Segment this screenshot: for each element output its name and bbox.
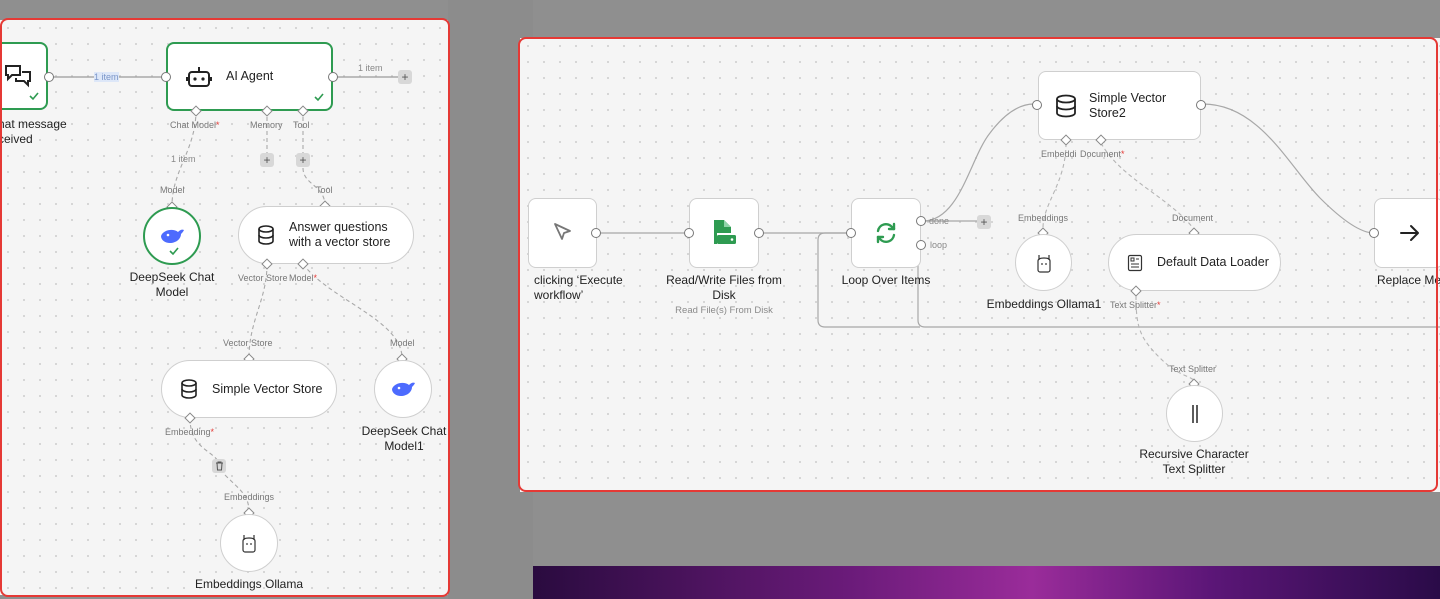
llama-icon	[1035, 253, 1053, 273]
read-write-files-label: Read/Write Files from Disk	[666, 273, 782, 302]
cursor-icon	[551, 221, 575, 245]
chat-trigger-output-port[interactable]	[44, 72, 54, 82]
arrow-right-icon	[1399, 224, 1421, 242]
loader-port-label: Document	[1172, 213, 1214, 223]
deepseek-chat-model1-label: DeepSeek Chat Model1	[361, 424, 447, 453]
replace-me-input-port[interactable]	[1369, 228, 1379, 238]
answer-tool-title: Answer questions with a vector store	[289, 220, 391, 249]
ai-agent-node[interactable]: AI Agent	[166, 42, 333, 111]
simple-vector-store2-node[interactable]: Simple Vector Store2	[1038, 71, 1201, 140]
database-icon	[180, 379, 198, 399]
left-workflow-canvas[interactable]: hat message ceived 1 item AI Agent 1 item…	[0, 20, 448, 595]
ai-agent-add-next-button[interactable]: +	[398, 70, 412, 84]
database-icon	[257, 225, 275, 245]
embedding-port-label: Embedding*	[165, 427, 215, 437]
read-write-input-port[interactable]	[684, 228, 694, 238]
loop-done-add-button[interactable]: +	[977, 215, 991, 229]
trash-icon[interactable]	[212, 459, 226, 473]
deepseek-whale-icon	[390, 380, 416, 398]
chat-trigger-node[interactable]	[0, 42, 48, 110]
read-write-output-port[interactable]	[754, 228, 764, 238]
simple-vector-store2-title: Simple Vector Store2	[1089, 90, 1167, 120]
loop-arrows-icon	[872, 219, 900, 247]
splitter-port-label: Text Splitter	[1169, 364, 1217, 374]
ai-agent-input-port[interactable]	[161, 72, 171, 82]
add-tool-button[interactable]: +	[296, 153, 310, 167]
check-icon	[29, 92, 39, 101]
vector-store2-output-port[interactable]	[1196, 100, 1206, 110]
file-drive-icon	[709, 218, 739, 248]
embeddings1-port-label: Embeddings	[1018, 213, 1069, 223]
simple-vector-store-node[interactable]: Simple Vector Store	[161, 360, 337, 418]
simple-vector-store-port-label: Vector Store	[223, 338, 273, 348]
vector-store2-embedding-label: Embeddi	[1041, 149, 1077, 159]
loop-over-items-label: Loop Over Items	[841, 273, 931, 287]
replace-me-label: Replace Me	[1377, 273, 1440, 287]
manual-trigger-label: clicking ‘Execute workflow’	[534, 273, 623, 302]
recursive-character-text-splitter-label: Recursive Character Text Splitter	[1139, 447, 1249, 476]
desktop-wallpaper	[533, 566, 1440, 599]
chat-model-edge-count: 1 item	[171, 154, 196, 164]
deepseek-model-port-label: Model	[160, 185, 185, 195]
embeddings-ollama-label: Embeddings Ollama	[194, 577, 304, 591]
llama-icon	[240, 533, 258, 553]
default-data-loader-title: Default Data Loader	[1157, 255, 1269, 269]
robot-icon	[186, 65, 212, 89]
check-icon	[314, 93, 324, 102]
embeddings-ollama1-node[interactable]	[1015, 234, 1072, 291]
document-loader-icon	[1127, 254, 1143, 272]
add-memory-button[interactable]: +	[260, 153, 274, 167]
loop-loop-port[interactable]	[916, 240, 926, 250]
ai-agent-output-port[interactable]	[328, 72, 338, 82]
right-workflow-canvas[interactable]: clicking ‘Execute workflow’ Read/Write Fi…	[520, 38, 1440, 492]
default-data-loader-node[interactable]: Default Data Loader	[1108, 234, 1281, 291]
chat-bubbles-icon	[4, 63, 32, 89]
manual-trigger-output-port[interactable]	[591, 228, 601, 238]
check-icon	[169, 247, 179, 256]
answer-questions-tool-node[interactable]: Answer questions with a vector store	[238, 206, 414, 264]
deepseek-whale-icon	[159, 227, 185, 245]
embeddings-ollama-node[interactable]	[220, 514, 278, 572]
embeddings-port-label: Embeddings	[224, 492, 275, 502]
tool-port-label: Tool	[293, 120, 310, 130]
read-write-files-subtitle: Read File(s) From Disk	[675, 305, 773, 316]
loop-done-port[interactable]	[916, 216, 926, 226]
ai-agent-title: AI Agent	[226, 69, 274, 83]
loader-text-splitter-label: Text Splitter*	[1110, 300, 1161, 310]
deepseek1-port-label: Model	[390, 338, 415, 348]
loop-input-port[interactable]	[846, 228, 856, 238]
loop-over-items-node[interactable]	[851, 198, 921, 268]
deepseek-chat-model-label: DeepSeek Chat Model	[129, 270, 215, 299]
vector-store-port-label: Vector Store	[238, 273, 288, 283]
chat-trigger-label: hat message ceived	[0, 117, 67, 146]
embeddings-ollama1-label: Embeddings Ollama1	[986, 297, 1102, 311]
deepseek-chat-model1-node[interactable]	[374, 360, 432, 418]
recursive-character-text-splitter-node[interactable]	[1166, 385, 1223, 442]
chat-edge-item-count: 1 item	[94, 72, 119, 82]
deepseek-chat-model-node[interactable]	[143, 207, 201, 265]
splitter-bars-icon	[1189, 404, 1201, 424]
ai-agent-output-count: 1 item	[358, 63, 383, 73]
replace-me-node[interactable]	[1374, 198, 1440, 268]
answer-model-port-label: Model*	[289, 273, 318, 283]
loop-loop-label: loop	[930, 240, 948, 250]
answer-tool-port-label: Tool	[316, 185, 333, 195]
right-connection-wires	[600, 103, 1440, 383]
vector-store2-input-port[interactable]	[1032, 100, 1042, 110]
database-icon	[1055, 94, 1077, 118]
simple-vector-store-title: Simple Vector Store	[212, 381, 323, 396]
loop-done-label: done	[929, 216, 950, 226]
chat-model-port-label: Chat Model*	[170, 120, 220, 130]
manual-trigger-node[interactable]	[528, 198, 597, 268]
memory-port-label: Memory	[250, 120, 283, 130]
vector-store2-document-label: Document*	[1080, 149, 1125, 159]
read-write-files-node[interactable]	[689, 198, 759, 268]
